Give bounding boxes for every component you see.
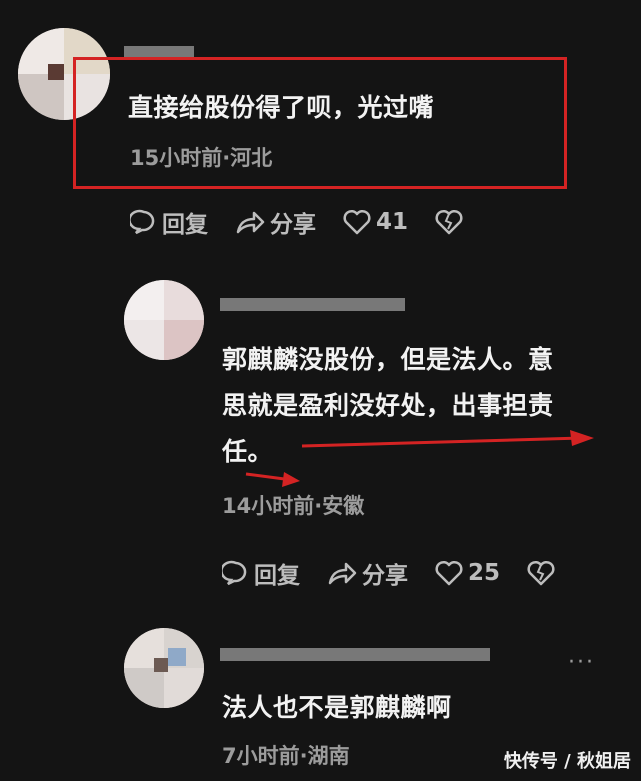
comment-actions: 回复 分享 41 (130, 205, 494, 239)
comment-meta: 15小时前·河北 (130, 146, 273, 170)
comment-meta: 14小时前·安徽 (222, 494, 365, 518)
avatar[interactable] (124, 280, 204, 360)
share-icon (328, 562, 357, 585)
like-count: 25 (468, 560, 501, 586)
dislike-button[interactable] (434, 208, 468, 236)
red-arrow-small (245, 472, 300, 487)
watermark: 快传号 / 秋姐居 (503, 751, 631, 772)
comment-text: 法人也不是郭麒麟啊 (222, 693, 452, 722)
reply-label: 回复 (254, 563, 300, 589)
avatar[interactable] (124, 628, 204, 708)
broken-heart-icon (435, 209, 463, 235)
heart-icon (435, 560, 463, 586)
comment-actions: 回复 分享 25 (222, 556, 586, 590)
more-options-icon[interactable]: ··· (568, 650, 595, 675)
share-label: 分享 (270, 212, 316, 238)
comment-text-line: 任。 (222, 437, 274, 466)
like-count: 41 (376, 209, 409, 235)
share-button[interactable]: 分享 (326, 556, 408, 590)
share-label: 分享 (362, 563, 408, 589)
red-arrow-right (301, 430, 594, 448)
share-icon (236, 211, 265, 234)
reply-label: 回复 (162, 212, 208, 238)
dislike-button[interactable] (526, 559, 560, 587)
username (220, 648, 490, 661)
like-button[interactable]: 25 (434, 559, 500, 587)
comment-meta: 7小时前·湖南 (222, 744, 350, 768)
comment-bubble-icon (222, 560, 247, 586)
heart-icon (343, 209, 371, 235)
comment-text: 直接给股份得了呗，光过嘴 (128, 93, 435, 122)
username (220, 298, 405, 311)
comment-text-line: 郭麒麟没股份，但是法人。意 (222, 345, 554, 374)
like-button[interactable]: 41 (342, 208, 408, 236)
broken-heart-icon (527, 560, 555, 586)
reply-button[interactable]: 回复 (130, 205, 208, 239)
comment-bubble-icon (130, 209, 155, 235)
share-button[interactable]: 分享 (234, 205, 316, 239)
comment-text-line: 思就是盈利没好处，出事担责 (222, 391, 554, 420)
reply-button[interactable]: 回复 (222, 556, 300, 590)
